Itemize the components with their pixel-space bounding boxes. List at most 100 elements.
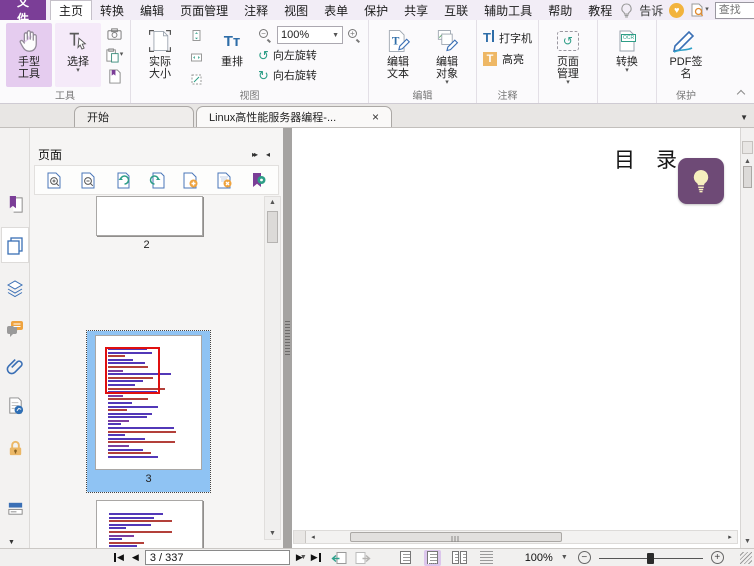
- single-page-mode-button[interactable]: [397, 550, 414, 566]
- zoom-slider[interactable]: [598, 551, 703, 565]
- select-dropdown-icon[interactable]: ▾: [76, 67, 80, 74]
- thumb-rotate-right-button[interactable]: [145, 169, 167, 191]
- layers-panel-button[interactable]: [2, 274, 28, 302]
- vertical-scroll-thumb[interactable]: [743, 166, 752, 188]
- page-management-button[interactable]: ↺ 页面管理 ▾: [545, 23, 591, 87]
- thumb-scroll-up-icon[interactable]: ▲: [265, 199, 280, 206]
- fit-page-button[interactable]: [186, 26, 206, 44]
- tab-close-icon[interactable]: ×: [364, 110, 379, 124]
- page-number-input[interactable]: [145, 551, 296, 564]
- facing-mode-button[interactable]: [451, 550, 468, 566]
- tab-list-dropdown-icon[interactable]: ▼: [740, 113, 748, 122]
- ribbon-collapse-button[interactable]: [736, 89, 746, 99]
- tab-start[interactable]: 开始: [74, 106, 194, 127]
- search-document-icon[interactable]: ▾: [690, 3, 709, 17]
- page-combo-arrow-icon[interactable]: ▼: [296, 554, 311, 561]
- strip-more-icon[interactable]: ▼: [8, 539, 15, 546]
- thumb-bookmark-view-button[interactable]: [248, 169, 270, 191]
- thumbnail-scrollbar[interactable]: ▲ ▼: [264, 196, 281, 540]
- find-input[interactable]: [715, 3, 754, 17]
- pdf-sign-button[interactable]: PDF签名: [663, 23, 709, 87]
- clipboard-paste-button[interactable]: ▾: [104, 46, 124, 64]
- signatures-panel-button[interactable]: [2, 392, 28, 420]
- menu-tab[interactable]: 表单: [316, 0, 356, 20]
- thumbnail-page-2[interactable]: [96, 196, 203, 236]
- thumb-scrollbar-thumb[interactable]: [267, 211, 278, 243]
- bookmarks-panel-button[interactable]: [2, 190, 28, 218]
- thumb-insert-page-button[interactable]: [180, 169, 202, 191]
- scroll-down-icon[interactable]: ▼: [741, 538, 754, 545]
- menu-tab[interactable]: 主页: [50, 0, 93, 20]
- highlight-button[interactable]: T 高亮: [483, 48, 532, 69]
- convert-dropdown-icon[interactable]: ▾: [625, 67, 629, 74]
- previous-page-button[interactable]: ◀: [128, 552, 143, 563]
- next-view-button[interactable]: [354, 551, 371, 565]
- thumb-zoom-out-button[interactable]: [77, 169, 99, 191]
- hand-tool-button[interactable]: 手型工具: [6, 23, 52, 87]
- search-dropdown-icon[interactable]: ▾: [705, 6, 709, 13]
- horizontal-scroll-thumb[interactable]: [350, 532, 562, 542]
- thumb-rotate-left-button[interactable]: [111, 169, 133, 191]
- zoom-level-combobox[interactable]: 100% ▼: [277, 26, 343, 44]
- menu-tab[interactable]: 共享: [396, 0, 436, 20]
- thumbnail-page-4[interactable]: [96, 500, 203, 548]
- scroll-up-icon[interactable]: ▲: [741, 158, 754, 165]
- pages-panel-button[interactable]: [1, 227, 29, 263]
- page-bookmark-button[interactable]: [104, 67, 124, 85]
- convert-button[interactable]: OCR 转换 ▾: [604, 23, 650, 87]
- continuous-facing-mode-button[interactable]: [478, 550, 495, 566]
- thumb-scroll-down-icon[interactable]: ▼: [265, 530, 280, 537]
- attachments-panel-button[interactable]: [2, 352, 28, 380]
- lightbulb-icon[interactable]: [620, 2, 633, 18]
- edit-text-button[interactable]: T 编辑文本: [375, 23, 421, 87]
- menu-tab[interactable]: 编辑: [132, 0, 172, 20]
- menu-tab[interactable]: 帮助: [540, 0, 580, 20]
- select-tool-button[interactable]: 选择 ▾: [55, 23, 101, 87]
- continuous-mode-button[interactable]: [423, 549, 441, 566]
- thumb-delete-page-button[interactable]: [214, 169, 236, 191]
- tell-me-label[interactable]: 告诉: [639, 2, 663, 19]
- rotate-right-button[interactable]: ↻ 向右旋转: [258, 66, 362, 84]
- typewriter-button[interactable]: T 打字机: [483, 27, 532, 48]
- vertical-scrollbar[interactable]: ▲ ▼: [740, 128, 754, 548]
- fit-width-button[interactable]: [186, 48, 206, 66]
- menu-tab[interactable]: 互联: [436, 0, 476, 20]
- fields-panel-button[interactable]: [2, 494, 28, 522]
- zoom-in-button[interactable]: +: [347, 28, 362, 43]
- zoom-slider-thumb[interactable]: [646, 552, 654, 564]
- status-zoom-out-button[interactable]: −: [577, 551, 591, 564]
- panel-collapse-icon[interactable]: ◂: [261, 150, 275, 159]
- panel-splitter[interactable]: [283, 128, 292, 548]
- comments-panel-button[interactable]: [2, 314, 28, 342]
- scroll-right-icon[interactable]: ▸: [723, 531, 737, 543]
- menu-tab[interactable]: 页面管理: [172, 0, 236, 20]
- panel-expand-icon[interactable]: ▸▸: [247, 150, 261, 159]
- file-menu-button[interactable]: 文件: [0, 0, 47, 26]
- security-panel-button[interactable]: [2, 434, 28, 462]
- viewport-indicator-rect[interactable]: [105, 347, 160, 394]
- menu-tab[interactable]: 辅助工具: [476, 0, 540, 20]
- paste-dropdown-icon[interactable]: ▾: [120, 51, 124, 58]
- edit-object-button[interactable]: 编辑对象 ▾: [424, 23, 470, 87]
- edit-object-dropdown-icon[interactable]: ▾: [445, 79, 449, 86]
- fit-visible-button[interactable]: [186, 70, 206, 88]
- horizontal-scrollbar[interactable]: ◂ ▸: [293, 530, 738, 544]
- favorite-heart-icon[interactable]: ♥: [669, 2, 685, 18]
- menu-tab[interactable]: 保护: [356, 0, 396, 20]
- thumbnail-page-3-selection[interactable]: 3: [86, 330, 211, 493]
- menu-tab[interactable]: 注释: [236, 0, 276, 20]
- scroll-top-button[interactable]: [742, 141, 753, 154]
- first-page-button[interactable]: ◀: [110, 552, 128, 563]
- splitter-grip[interactable]: [285, 321, 290, 356]
- reflow-button[interactable]: Tт 重排: [209, 23, 255, 87]
- actual-size-button[interactable]: 实际大小: [137, 23, 183, 87]
- rotate-left-button[interactable]: ↺ 向左旋转: [258, 46, 362, 64]
- page-management-dropdown-icon[interactable]: ▾: [566, 79, 570, 86]
- menu-tab[interactable]: 转换: [92, 0, 132, 20]
- status-zoom-in-button[interactable]: +: [710, 551, 724, 564]
- scroll-left-icon[interactable]: ◂: [306, 531, 320, 543]
- thumbnail-page-3[interactable]: [95, 335, 202, 470]
- menu-tab[interactable]: 教程: [580, 0, 620, 20]
- menu-tab[interactable]: 视图: [276, 0, 316, 20]
- snapshot-camera-button[interactable]: [104, 25, 124, 43]
